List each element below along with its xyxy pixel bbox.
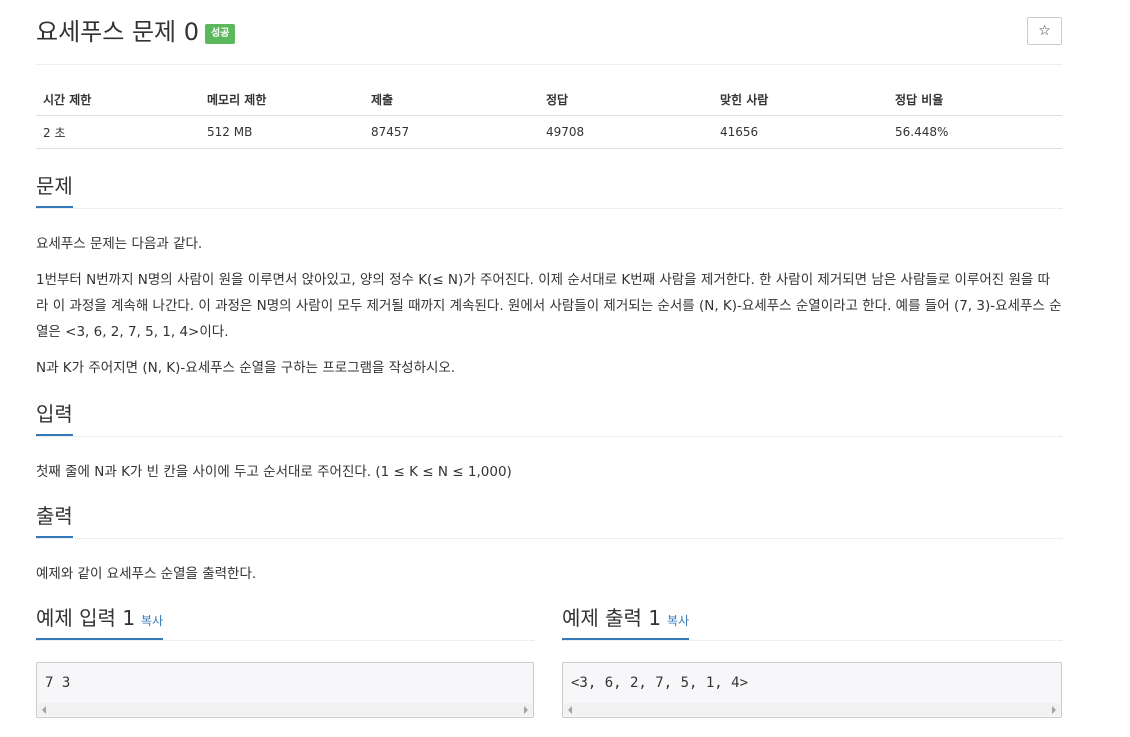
status-badge: 성공 — [205, 24, 236, 44]
title-row: 요세푸스 문제 0 성공 ☆ — [36, 0, 1062, 65]
sample-output-heading-container: 예제 출력 1 복사 — [562, 604, 690, 640]
sample-output-headline: 예제 출력 1 복사 — [562, 604, 1062, 641]
value-accepted: 49708 — [539, 115, 713, 149]
sample-output-section: 예제 출력 1 복사 — [562, 604, 1062, 641]
description-paragraph-2: 1번부터 N번까지 N명의 사람이 원을 이루면서 앉아있고, 양의 정수 K(… — [36, 272, 1062, 340]
input-section: 입력 첫째 줄에 N과 K가 빈 칸을 사이에 두고 순서대로 주어진다. (1… — [36, 400, 1062, 485]
output-description: 예제와 같이 요세푸스 순열을 출력한다. — [36, 566, 257, 582]
input-description: 첫째 줄에 N과 K가 빈 칸을 사이에 두고 순서대로 주어진다. (1 ≤ … — [36, 464, 512, 480]
sample-input-scrollbar[interactable] — [38, 703, 532, 716]
description-heading: 문제 — [36, 172, 73, 208]
sample-input-heading-container: 예제 입력 1 복사 — [36, 604, 164, 640]
scroll-left-arrow-icon[interactable] — [568, 706, 572, 714]
description-headline: 문제 — [36, 172, 1062, 209]
star-icon: ☆ — [1038, 23, 1051, 39]
sample-input-box[interactable]: 7 3 — [36, 662, 534, 718]
sample-input-headline: 예제 입력 1 복사 — [36, 604, 534, 641]
description-paragraph-3: N과 K가 주어지면 (N, K)-요세푸스 순열을 구하는 프로그램을 작성하… — [36, 360, 456, 376]
header-submissions: 제출 — [364, 83, 539, 116]
problem-page: 요세푸스 문제 0 성공 ☆ 시간 제한 메모리 제한 제출 정답 맞힌 사람 정… — [36, 0, 1062, 718]
scroll-left-arrow-icon[interactable] — [42, 706, 46, 714]
sample-output-scrollbar[interactable] — [564, 703, 1060, 716]
header-memory-limit: 메모리 제한 — [200, 83, 364, 116]
scroll-right-arrow-icon[interactable] — [524, 706, 528, 714]
value-accept-ratio: 56.448% — [888, 115, 1062, 149]
header-time-limit: 시간 제한 — [36, 83, 200, 116]
output-heading: 출력 — [36, 502, 73, 538]
problem-info-table: 시간 제한 메모리 제한 제출 정답 맞힌 사람 정답 비율 2 초 512 M… — [36, 83, 1062, 149]
sample-input-heading: 예제 입력 1 — [36, 606, 136, 630]
output-section: 출력 예제와 같이 요세푸스 순열을 출력한다. — [36, 502, 1062, 587]
value-memory-limit: 512 MB — [200, 115, 364, 149]
sample-output-data: <3, 6, 2, 7, 5, 1, 4> — [571, 675, 749, 691]
header-accept-ratio: 정답 비율 — [888, 83, 1062, 116]
description-body: 요세푸스 문제는 다음과 같다. 1번부터 N번까지 N명의 사람이 원을 이루… — [36, 231, 1062, 381]
description-section: 문제 요세푸스 문제는 다음과 같다. 1번부터 N번까지 N명의 사람이 원을… — [36, 172, 1062, 381]
output-headline: 출력 — [36, 502, 1062, 539]
copy-sample-output-link[interactable]: 복사 — [667, 614, 689, 628]
header-accepted: 정답 — [539, 83, 713, 116]
star-button[interactable]: ☆ — [1027, 17, 1062, 45]
sample-input-section: 예제 입력 1 복사 — [36, 604, 534, 641]
table-row: 2 초 512 MB 87457 49708 41656 56.448% — [36, 115, 1062, 149]
header-solved-users: 맞힌 사람 — [713, 83, 888, 116]
copy-sample-input-link[interactable]: 복사 — [141, 614, 163, 628]
scroll-right-arrow-icon[interactable] — [1052, 706, 1056, 714]
sample-output-heading: 예제 출력 1 — [562, 606, 662, 630]
value-submissions: 87457 — [364, 115, 539, 149]
input-heading: 입력 — [36, 400, 73, 436]
description-paragraph-1: 요세푸스 문제는 다음과 같다. — [36, 236, 203, 252]
input-headline: 입력 — [36, 400, 1062, 437]
sample-output-box[interactable]: <3, 6, 2, 7, 5, 1, 4> — [562, 662, 1062, 718]
problem-title-container: 요세푸스 문제 0 성공 — [36, 16, 236, 48]
sample-input-data: 7 3 — [45, 675, 71, 691]
value-solved-users: 41656 — [713, 115, 888, 149]
problem-title: 요세푸스 문제 0 — [36, 18, 200, 46]
table-header-row: 시간 제한 메모리 제한 제출 정답 맞힌 사람 정답 비율 — [36, 83, 1062, 116]
value-time-limit: 2 초 — [36, 115, 200, 149]
